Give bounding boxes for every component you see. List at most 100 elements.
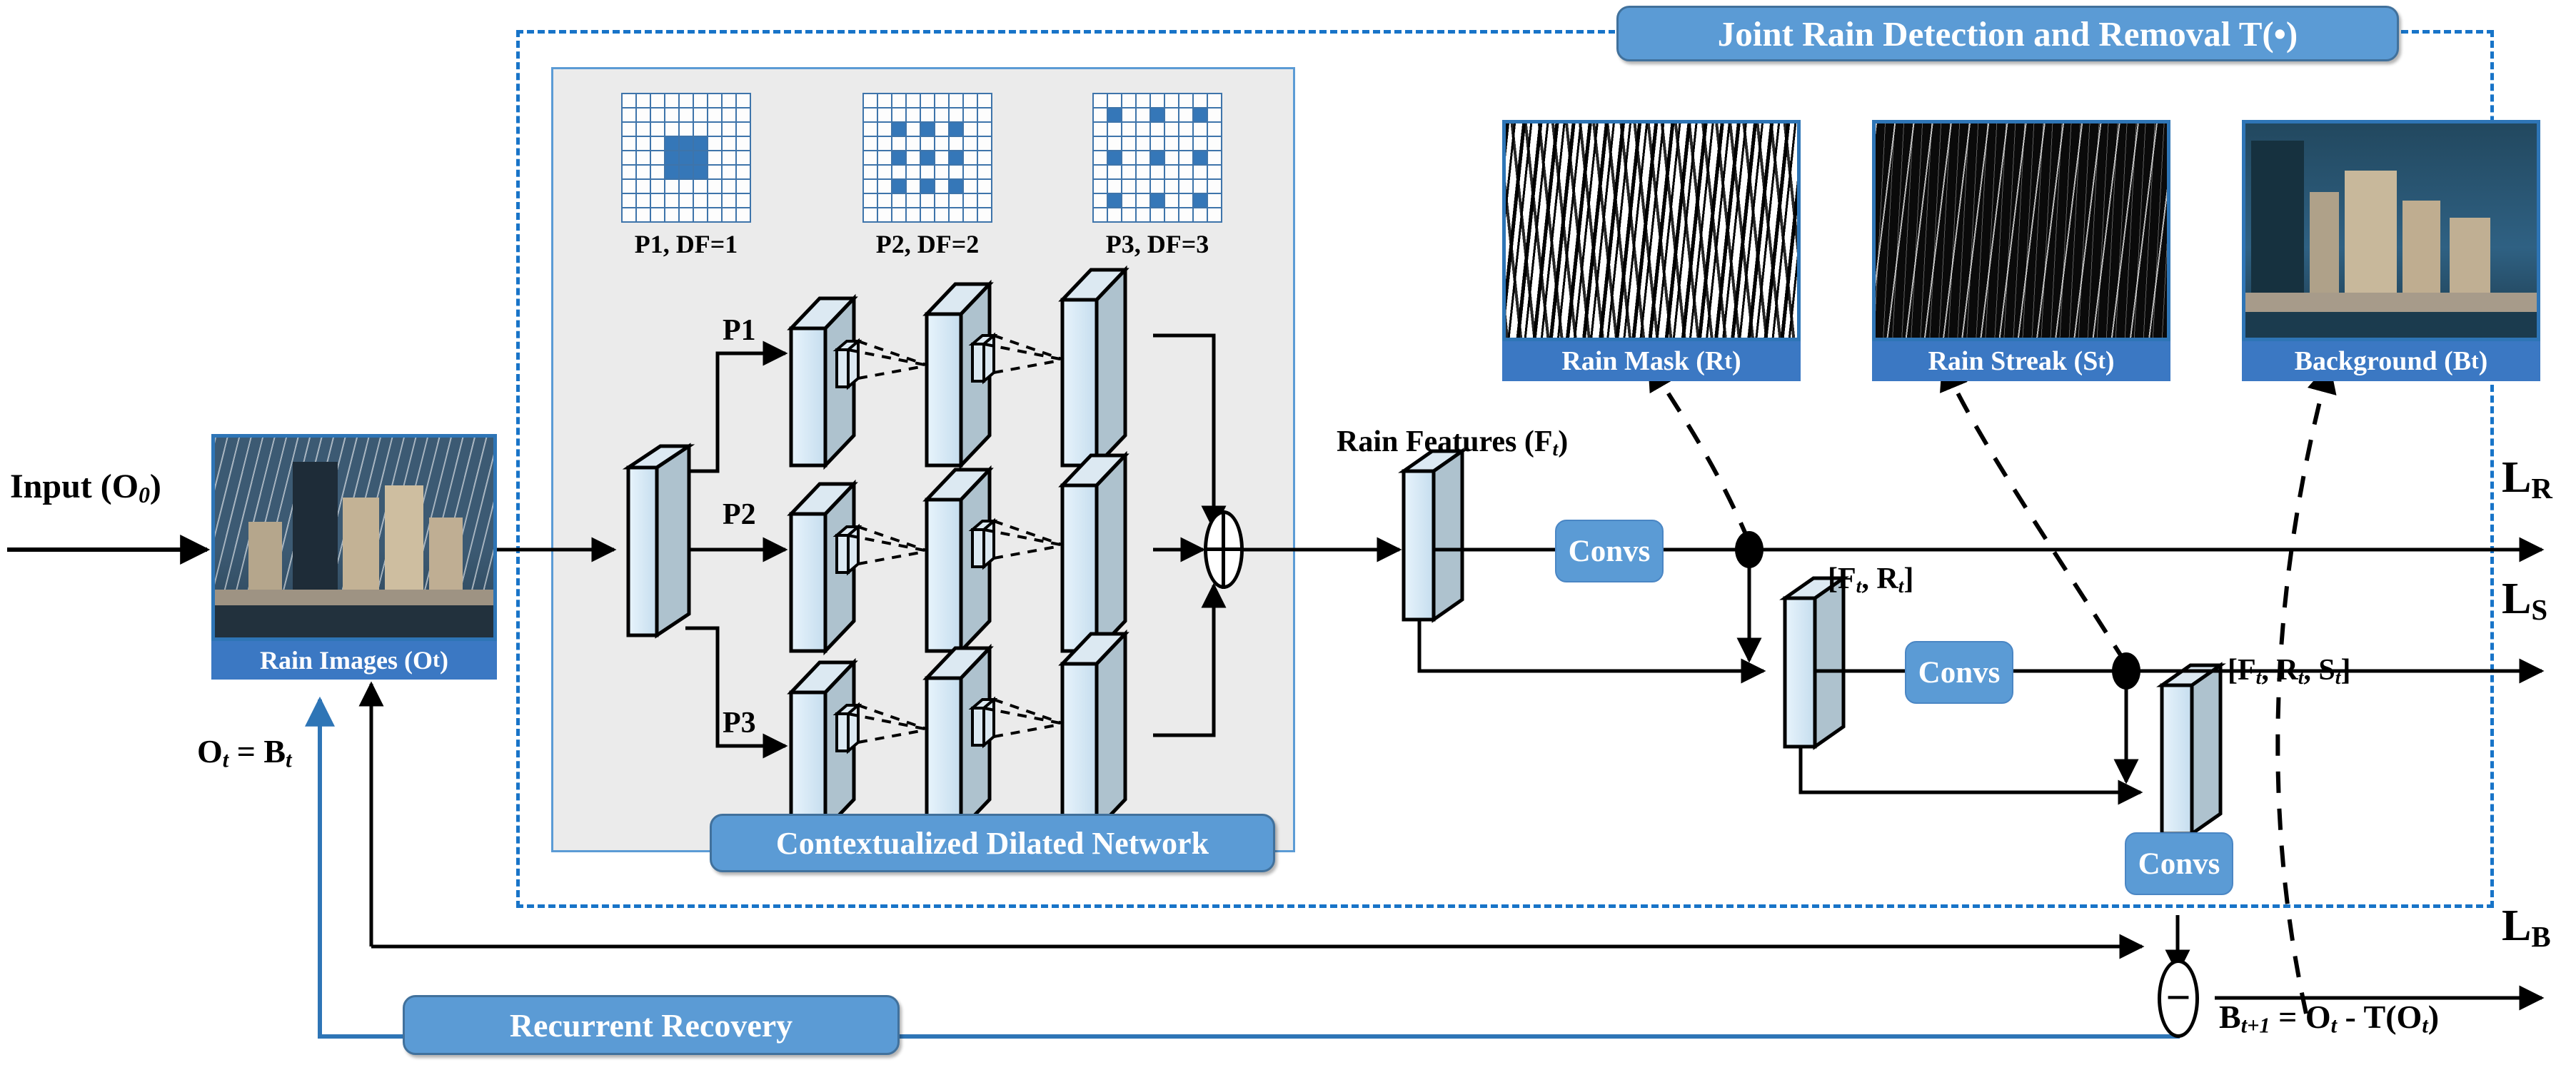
convs-label-1: Convs [1568, 534, 1651, 568]
rain-image-caption-tail: ) [440, 646, 448, 675]
kernel-cell [1179, 180, 1192, 193]
kernel-cell [1194, 208, 1207, 221]
kernel-cell [892, 137, 905, 150]
kernel-cell [1151, 94, 1164, 107]
kernel-cell [1108, 108, 1121, 121]
kernel-cell [708, 180, 721, 193]
kernel-cell [651, 94, 664, 107]
kernel-cell [921, 137, 934, 150]
kernel-cell [1137, 123, 1149, 136]
kernel-grid-p1 [621, 93, 751, 223]
kernel-cell [935, 194, 948, 207]
kernel-cell [680, 194, 693, 207]
kernel-cell [723, 166, 735, 178]
kernel-cell [1165, 194, 1178, 207]
loss-lb-head: L [2502, 902, 2532, 950]
concat1-p4: ] [1903, 562, 1914, 595]
kernel-cell [1108, 180, 1121, 193]
kernel-cell [1151, 108, 1164, 121]
kernel-cell [651, 151, 664, 164]
kernel-cell [637, 123, 650, 136]
kernel-cell [864, 123, 877, 136]
bf-s2: t [2330, 1013, 2338, 1038]
kernel-cell [1108, 208, 1121, 221]
kernel-cell [651, 208, 664, 221]
kernel-cell [921, 166, 934, 178]
kernel-cell [1165, 108, 1178, 121]
kernel-cell [978, 123, 991, 136]
kernel-cell [723, 180, 735, 193]
kernel-cell [1122, 137, 1135, 150]
kernel-cell [1165, 180, 1178, 193]
bf-s1: t+1 [2240, 1013, 2270, 1038]
kernel-caption-p2: P2, DF=2 [875, 230, 980, 258]
kernel-cell [964, 208, 977, 221]
kernel-cell [907, 94, 920, 107]
rain-streak-cap-tail: ) [2105, 346, 2115, 376]
loss-ls-head: L [2502, 575, 2532, 623]
kernel-cell [1122, 208, 1135, 221]
branch-label-p3: P3 [723, 707, 756, 740]
background-cap-tail: ) [2478, 346, 2488, 376]
kernel-cell [1094, 194, 1107, 207]
kernel-cell [950, 151, 962, 164]
kernel-cell [978, 94, 991, 107]
kernel-cell [907, 151, 920, 164]
kernel-cell [665, 123, 678, 136]
kernel-cell [665, 180, 678, 193]
kernel-cell [1094, 180, 1107, 193]
kernel-cell [1179, 94, 1192, 107]
kernel-cell [737, 180, 750, 193]
kernel-cell [637, 108, 650, 121]
kernel-cell [694, 208, 707, 221]
kernel-cell [950, 94, 962, 107]
kernel-cell [935, 151, 948, 164]
kernel-cell [1094, 151, 1107, 164]
output-caption-rain-mask: Rain Mask (R t) [1502, 341, 1801, 381]
rain-streak-cap-head: Rain Streak (S [1928, 346, 2098, 376]
output-caption-rain-streak: Rain Streak (S t) [1872, 341, 2170, 381]
kernel-cell [1122, 180, 1135, 193]
kernel-cell [623, 208, 635, 221]
recurrent-recovery-banner: Recurrent Recovery [403, 995, 900, 1055]
recurrent-recovery-label: Recurrent Recovery [509, 1006, 793, 1044]
kernel-cell [694, 94, 707, 107]
kernel-cell [665, 194, 678, 207]
loss-lr-sub: R [2531, 473, 2552, 505]
kernel-cell [665, 137, 678, 150]
kernel-cell [723, 194, 735, 207]
ot-equals-bt-formula: Ot = Bt [197, 735, 292, 771]
kernel-cell [907, 194, 920, 207]
kernel-cell [708, 151, 721, 164]
kernel-cell [921, 94, 934, 107]
rain-image-card [211, 434, 497, 641]
kernel-cell [878, 180, 891, 193]
kernel-cell [1179, 123, 1192, 136]
kernel-cell [680, 108, 693, 121]
kernel-cell [680, 94, 693, 107]
loss-label-lb: LB [2502, 904, 2551, 952]
kernel-cell [694, 166, 707, 178]
kernel-cell [964, 123, 977, 136]
kernel-cell [964, 94, 977, 107]
kernel-cell [878, 123, 891, 136]
loss-label-lr: LR [2502, 455, 2552, 504]
kernel-cell [1122, 194, 1135, 207]
kernel-cell [737, 166, 750, 178]
kernel-cell [623, 137, 635, 150]
kernel-cell [708, 108, 721, 121]
kernel-cell [1208, 166, 1221, 178]
loss-ls-sub: S [2531, 594, 2548, 626]
kernel-cell [892, 166, 905, 178]
concat2-p2: , R [2261, 654, 2298, 687]
kernel-cell [680, 137, 693, 150]
kernel-grid-p2-group: P2, DF=2 [862, 93, 992, 257]
kernel-cell [864, 137, 877, 150]
kernel-cell [1108, 123, 1121, 136]
kernel-cell [921, 151, 934, 164]
kernel-cell [651, 123, 664, 136]
output-caption-background: Background (B t) [2242, 341, 2540, 381]
kernel-cell [892, 180, 905, 193]
kernel-cell [680, 180, 693, 193]
kernel-cell [1151, 166, 1164, 178]
